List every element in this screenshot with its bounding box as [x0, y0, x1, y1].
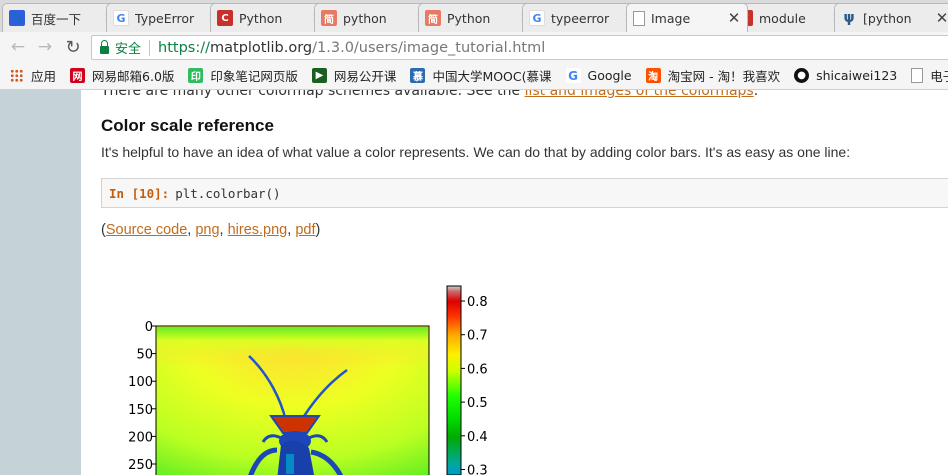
tab-title: python [343, 10, 387, 26]
apps-grid-icon [10, 69, 23, 82]
jianshu-icon: 简 [321, 10, 337, 26]
tab-strip: 🐾百度一下✕GTypeError✕CPython✕简python✕简Python… [0, 0, 948, 32]
colorbar-tick-label: 0.3 [467, 464, 488, 475]
netease-mail-icon: 网 [70, 68, 86, 83]
bookmark-label: 网易邮箱6.0版 [92, 69, 175, 84]
secure-label: 安全 [115, 42, 142, 57]
tab-title: Image [651, 10, 691, 26]
bookmark-item[interactable]: 应用 [10, 66, 56, 85]
colorbar-axis: 0.8 0.7 0.6 0.5 0.4 0.3 [461, 295, 488, 475]
tab-title: module [759, 10, 806, 26]
page-viewport: There are many other colormap schemes av… [0, 90, 948, 475]
jianshu-icon: 简 [425, 10, 441, 26]
y-axis: 0 50 100 150 200 250 [128, 320, 156, 473]
python-logo-icon: ψ [843, 10, 855, 26]
colorbar [446, 285, 462, 475]
y-tick-label: 200 [128, 430, 153, 445]
csdn-icon: C [217, 10, 233, 26]
bookmark-label: 中国大学MOOC(慕课 [432, 69, 552, 84]
colorbar-tick-label: 0.8 [467, 295, 488, 310]
lock-icon [100, 39, 109, 54]
url-path: /1.3.0/users/image_tutorial.html [312, 39, 546, 56]
github-icon: ● [794, 68, 810, 83]
colorbar-tick-label: 0.7 [467, 329, 488, 344]
mooc-icon: 慕 [410, 68, 426, 83]
google-icon: G [529, 10, 545, 26]
tab-title: Python [239, 10, 283, 26]
article-content: There are many other colormap schemes av… [81, 90, 948, 475]
browser-toolbar: ← → ↻ 安全 https://matplotlib.org/1.3.0/us… [0, 32, 948, 62]
bookmark-item[interactable]: 网网易邮箱6.0版 [70, 66, 174, 85]
url-protocol: https:// [158, 39, 210, 56]
url-host: matplotlib.org [210, 39, 313, 56]
tab-title: [python [863, 10, 912, 26]
tab-title: Python [447, 10, 491, 26]
document-icon [633, 10, 645, 26]
bookmark-label: 印象笔记网页版 [210, 69, 298, 84]
google-icon: G [113, 10, 129, 26]
bookmark-label: Google [587, 68, 632, 83]
y-tick-label: 250 [128, 458, 153, 473]
forward-button[interactable]: → [35, 37, 55, 57]
browser-tab[interactable]: Image ✕ [626, 3, 748, 32]
heatmap-image [155, 325, 430, 475]
y-tick-label: 100 [128, 375, 153, 390]
tab-title: TypeError [135, 10, 195, 26]
browser-tab[interactable]: ψ [python ✕ [834, 3, 948, 32]
tab-close-icon[interactable]: ✕ [935, 9, 948, 27]
tab-close-icon[interactable]: ✕ [727, 9, 741, 27]
netease-open-course-icon: ▶ [311, 68, 327, 83]
bookmark-item[interactable]: ● shicaiwei123 [794, 68, 897, 83]
bookmark-item[interactable]: 印印象笔记网页版 [188, 66, 298, 85]
colorbar-tick-label: 0.4 [467, 430, 488, 445]
google-icon: G [565, 68, 581, 83]
tab-title: 百度一下 [31, 11, 82, 27]
address-bar[interactable]: 安全 https://matplotlib.org/1.3.0/users/im… [91, 35, 948, 60]
evernote-icon: 印 [188, 68, 204, 83]
bookmark-item[interactable]: 电子科 [911, 66, 948, 85]
bookmarks-bar: 应用网网易邮箱6.0版印印象笔记网页版 ▶ 网易公开课慕中国大学MOOC(慕课 G Go… [0, 62, 948, 90]
bookmark-label: 电子科 [930, 69, 948, 84]
address-divider [149, 39, 151, 56]
reload-button[interactable]: ↻ [63, 37, 83, 58]
y-tick-label: 50 [136, 348, 153, 363]
colorbar-tick-label: 0.5 [467, 396, 488, 411]
tab-title: typeerror [551, 10, 610, 26]
bookmark-label: shicaiwei123 [816, 68, 898, 83]
bookmark-item[interactable]: 淘淘宝网 - 淘！我喜欢 [645, 66, 781, 85]
bookmark-label: 应用 [31, 69, 57, 84]
bookmark-label: 淘宝网 - 淘！我喜欢 [667, 69, 781, 84]
url-text[interactable]: https://matplotlib.org/1.3.0/users/image… [158, 40, 545, 56]
y-tick-label: 150 [128, 403, 153, 418]
bookmark-label: 网易公开课 [333, 69, 397, 84]
back-button[interactable]: ← [8, 37, 28, 57]
baidu-paw-icon: 🐾 [9, 10, 25, 26]
figure-plot: 0 50 100 150 200 250 0.8 0.7 0.6 0.5 0.4 0.3 [128, 285, 488, 475]
bookmark-item[interactable]: 慕中国大学MOOC(慕课 [410, 66, 552, 85]
bookmark-item[interactable]: G Google [565, 68, 632, 83]
bookmark-item[interactable]: ▶ 网易公开课 [311, 66, 397, 85]
taobao-icon: 淘 [645, 68, 661, 83]
colorbar-tick-label: 0.6 [467, 362, 488, 377]
y-tick-label: 0 [145, 320, 153, 335]
document-icon [911, 68, 924, 83]
